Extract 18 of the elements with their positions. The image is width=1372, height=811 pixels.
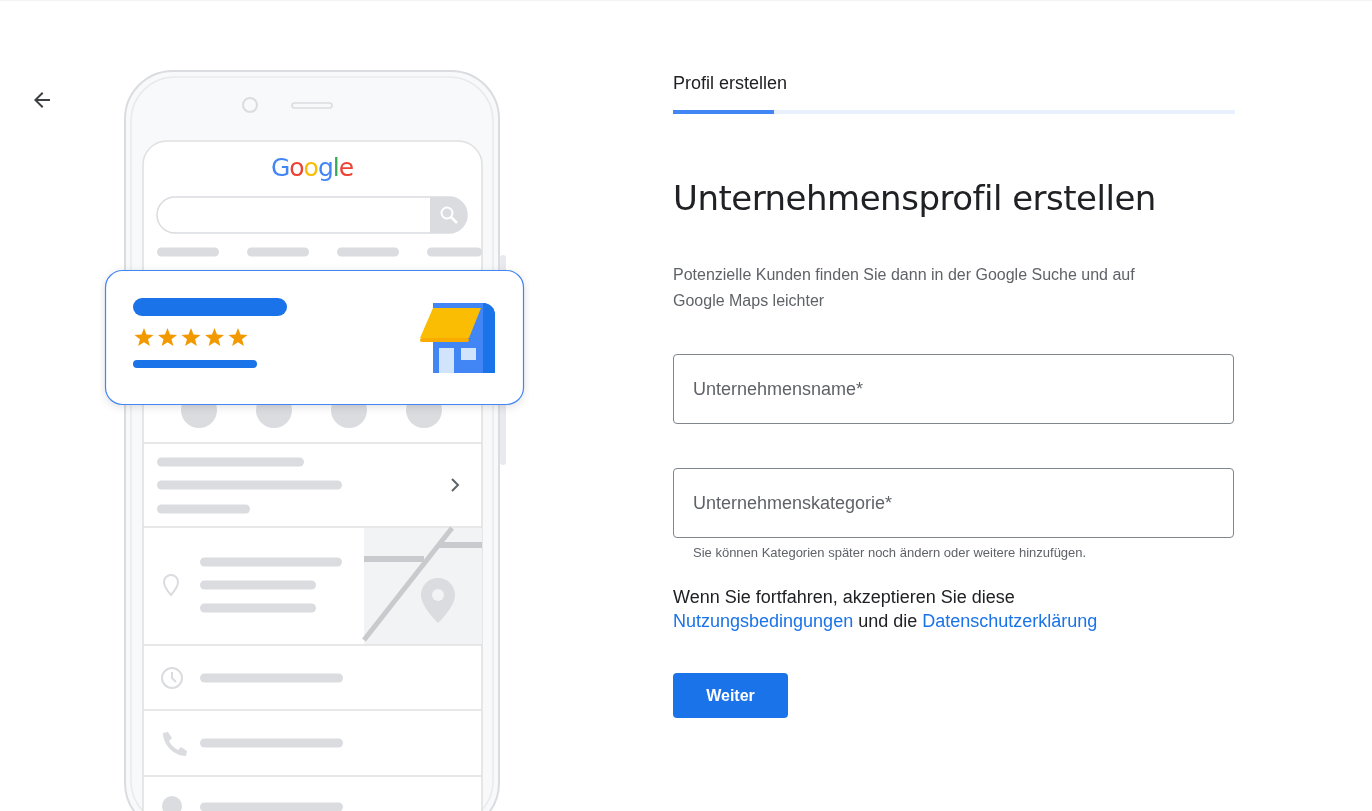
google-logo: Google — [270, 153, 354, 182]
helper-text: Sie können Kategorien später noch ändern oder weitere hinzufügen. — [693, 545, 1088, 561]
description-text: Potenzielle Kunden finden Sie dann in der Google Suche und auf Google Maps leichter — [673, 265, 1136, 311]
search-icon — [430, 197, 467, 233]
terms-link[interactable]: Nutzungsbedingungen — [673, 611, 854, 631]
next-button[interactable]: Weiter — [673, 673, 788, 718]
clock-icon — [161, 667, 183, 689]
chevron-right-icon — [451, 478, 460, 492]
text-field[interactable]: Unternehmenskategorie* — [673, 468, 1234, 538]
location-pin-icon — [163, 574, 179, 596]
globe-icon — [162, 796, 182, 811]
page-title: Unternehmensprofil erstellen — [673, 178, 1157, 218]
text-field[interactable]: Unternehmensname* — [673, 354, 1234, 424]
step-label: Profil erstellen — [673, 72, 789, 95]
storefront-icon — [420, 303, 495, 373]
consent-text: Wenn Sie fortfahren, akzeptieren Sie diese Nutzungsbedingungen und die Datenschutzerklärung — [673, 586, 1099, 633]
phone-icon — [163, 732, 187, 756]
privacy-link[interactable]: Datenschutzerklärung — [922, 611, 1098, 631]
